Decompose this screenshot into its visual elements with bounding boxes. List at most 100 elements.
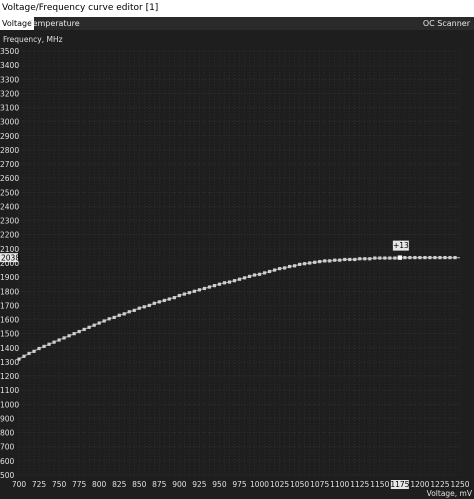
vf-point[interactable]: [277, 267, 282, 271]
vf-point[interactable]: [212, 284, 217, 288]
vf-point[interactable]: [363, 257, 367, 261]
vf-point[interactable]: [373, 256, 377, 260]
vf-point[interactable]: [288, 264, 292, 269]
vf-point[interactable]: [358, 257, 362, 261]
vf-point[interactable]: [308, 261, 312, 265]
x-tick-label: 850: [132, 480, 147, 489]
vf-point[interactable]: [67, 334, 71, 338]
vf-point[interactable]: [47, 342, 51, 346]
vf-point[interactable]: [207, 285, 212, 289]
vf-point[interactable]: [112, 315, 116, 320]
vf-point[interactable]: [72, 332, 76, 336]
vf-point[interactable]: [62, 336, 66, 340]
vf-point[interactable]: [418, 256, 422, 260]
vf-point[interactable]: [313, 260, 317, 264]
vf-point[interactable]: [328, 259, 332, 263]
vf-point[interactable]: [368, 257, 372, 261]
vf-point[interactable]: [82, 327, 86, 332]
vf-point[interactable]: [318, 259, 322, 264]
vf-point[interactable]: [22, 354, 26, 358]
vf-point[interactable]: [257, 272, 262, 276]
vf-point[interactable]: [227, 280, 232, 284]
vf-point[interactable]: [107, 317, 111, 321]
tab-oc-scanner[interactable]: OC Scanner: [421, 17, 472, 30]
vf-point[interactable]: [423, 256, 427, 260]
vf-point[interactable]: [102, 319, 106, 323]
vf-point[interactable]: [142, 305, 146, 309]
vf-point[interactable]: [338, 258, 342, 262]
vf-point[interactable]: [438, 256, 442, 260]
vf-point[interactable]: [167, 297, 171, 301]
vf-point[interactable]: [293, 264, 297, 268]
vf-point[interactable]: [182, 292, 186, 296]
vf-point[interactable]: [197, 288, 202, 292]
vf-point[interactable]: [32, 349, 36, 353]
vf-point[interactable]: [383, 256, 387, 260]
vf-point[interactable]: [27, 351, 31, 356]
vf-point[interactable]: [92, 323, 96, 327]
vf-point[interactable]: [202, 286, 207, 291]
vf-point[interactable]: [453, 256, 457, 260]
tab-temperature[interactable]: Temperature: [27, 17, 82, 30]
vf-point[interactable]: [117, 313, 121, 317]
vf-point[interactable]: [343, 257, 347, 262]
vf-point[interactable]: [393, 256, 397, 260]
x-tick-label: 1025: [270, 480, 289, 489]
vf-point[interactable]: [428, 256, 432, 260]
vf-point[interactable]: [57, 338, 61, 342]
vf-point[interactable]: [408, 256, 412, 260]
vf-point[interactable]: [242, 276, 247, 280]
vf-point[interactable]: [17, 357, 21, 361]
vf-point[interactable]: [323, 259, 327, 263]
vf-point[interactable]: [298, 262, 302, 267]
vf-point[interactable]: [267, 269, 272, 274]
vf-point[interactable]: [147, 303, 151, 307]
vf-point[interactable]: [443, 256, 447, 260]
vf-point[interactable]: [152, 301, 156, 305]
vf-point[interactable]: [247, 274, 252, 279]
vf-curve-editor-window: Voltage/Frequency curve editor [1] Volta…: [0, 0, 474, 499]
vf-point[interactable]: [272, 268, 277, 272]
vf-point[interactable]: [388, 256, 392, 260]
vf-point[interactable]: [162, 298, 166, 303]
vf-point[interactable]: [97, 321, 101, 325]
y-tick-label: 2100: [0, 245, 19, 254]
vf-point[interactable]: [52, 340, 56, 344]
vf-point[interactable]: [232, 279, 237, 283]
vf-point[interactable]: [262, 271, 267, 275]
vf-point[interactable]: [237, 277, 242, 281]
x-tick-label: 1225: [430, 480, 449, 489]
window-titlebar[interactable]: Voltage/Frequency curve editor [1]: [0, 0, 474, 17]
vf-point[interactable]: [87, 325, 91, 329]
vf-point[interactable]: [413, 256, 417, 260]
vf-point[interactable]: [122, 312, 126, 316]
vf-point[interactable]: [448, 256, 452, 260]
vf-selected-point[interactable]: [397, 255, 403, 260]
vf-point[interactable]: [252, 273, 257, 277]
vf-point[interactable]: [192, 289, 196, 293]
vf-point[interactable]: [217, 282, 222, 286]
vf-point[interactable]: [353, 257, 357, 262]
vf-point[interactable]: [37, 346, 41, 351]
vf-point[interactable]: [127, 310, 131, 314]
y-tick-label: 1100: [0, 386, 19, 395]
vf-point[interactable]: [378, 256, 382, 260]
x-tick-label: 1050: [290, 480, 309, 489]
vf-point[interactable]: [433, 256, 437, 260]
vf-point[interactable]: [157, 300, 161, 304]
vf-point[interactable]: [177, 293, 181, 298]
vf-point[interactable]: [283, 266, 287, 270]
vf-point[interactable]: [187, 291, 191, 295]
vf-curve-chart[interactable]: 500 600 700 800 900 1000 1100 1200 1300 1400 1500 1…: [0, 30, 474, 499]
vf-point[interactable]: [42, 344, 46, 348]
vf-point[interactable]: [77, 329, 81, 334]
vf-point[interactable]: [303, 262, 307, 266]
vf-point[interactable]: [132, 308, 136, 312]
vf-point[interactable]: [172, 296, 176, 300]
vf-point[interactable]: [137, 306, 141, 310]
vf-curve-points[interactable]: [17, 256, 457, 361]
vf-point[interactable]: [403, 256, 407, 260]
vf-point[interactable]: [348, 257, 352, 262]
vf-point[interactable]: [222, 281, 227, 285]
vf-point[interactable]: [333, 258, 337, 262]
